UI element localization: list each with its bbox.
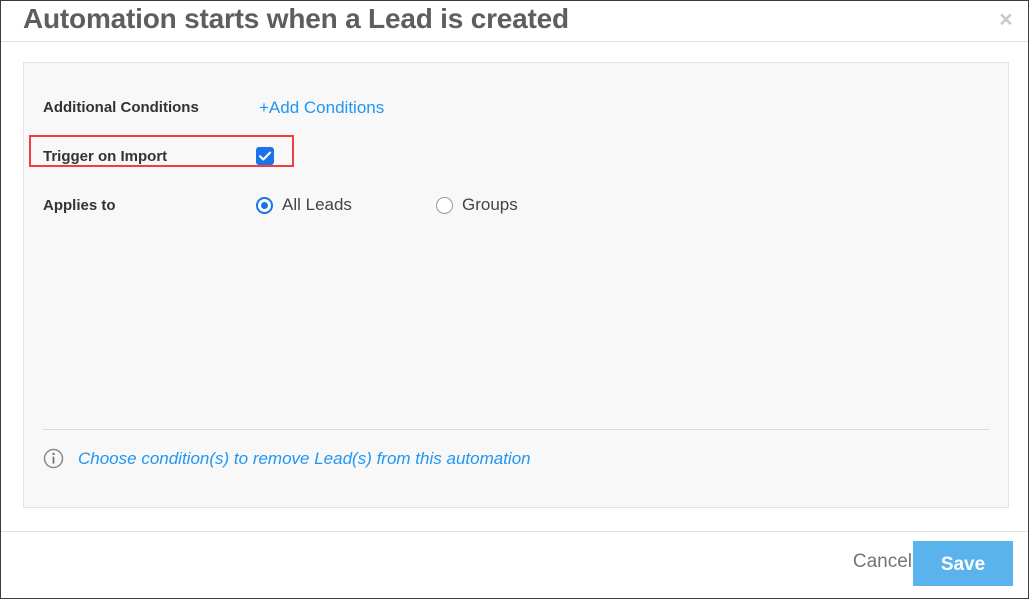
page-title: Automation starts when a Lead is created [23,3,569,34]
info-circle-icon [43,448,64,469]
automation-dialog: Automation starts when a Lead is created… [0,0,1029,599]
cancel-button[interactable]: Cancel [853,551,912,573]
dialog-footer: Cancel Save [1,531,1028,597]
row-additional-conditions: Additional Conditions +Add Conditions [24,93,1008,127]
remove-condition-link[interactable]: Choose condition(s) to remove Lead(s) fr… [78,449,531,469]
checkmark-icon [258,151,272,161]
radio-unselected-icon [436,196,453,214]
trigger-on-import-checkbox[interactable] [256,147,274,165]
trigger-on-import-label: Trigger on Import [43,148,168,165]
additional-conditions-label: Additional Conditions [43,99,199,116]
close-icon[interactable]: × [993,6,1019,32]
radio-selected-icon [256,196,273,214]
dialog-header: Automation starts when a Lead is created… [1,1,1028,42]
dialog-body: Additional Conditions +Add Conditions Tr… [1,42,1028,531]
panel-divider [43,429,989,430]
add-conditions-link[interactable]: +Add Conditions [259,98,384,118]
save-button[interactable]: Save [913,541,1013,586]
row-trigger-on-import: Trigger on Import [24,135,1008,176]
row-applies-to: Applies to All Leads Groups [24,191,1008,225]
remove-condition-note: Choose condition(s) to remove Lead(s) fr… [43,448,531,469]
radio-groups[interactable]: Groups [436,195,518,215]
conditions-panel: Additional Conditions +Add Conditions Tr… [23,62,1009,508]
applies-to-label: Applies to [43,197,116,214]
radio-all-leads-label: All Leads [282,195,352,214]
radio-groups-label: Groups [462,195,518,214]
radio-all-leads[interactable]: All Leads [256,195,352,215]
